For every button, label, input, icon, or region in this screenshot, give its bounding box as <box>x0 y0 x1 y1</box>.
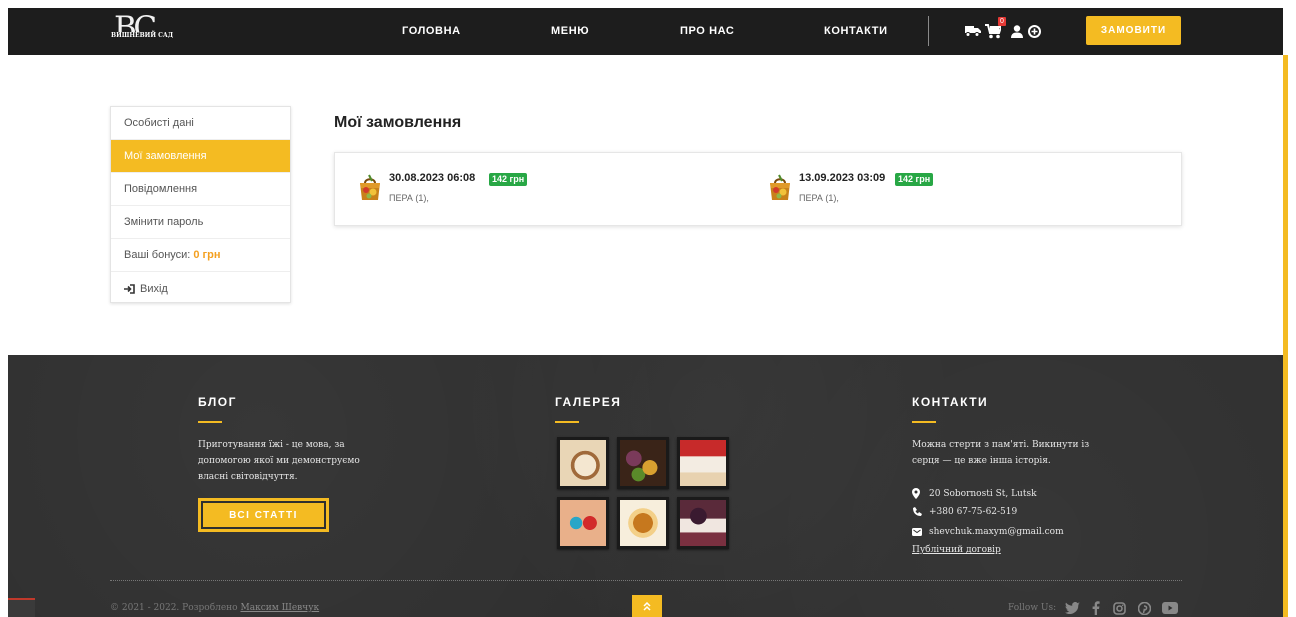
footer-gallery <box>557 437 732 549</box>
map-marker-icon <box>912 488 926 499</box>
order-date: 30.08.2023 06:08 <box>389 172 476 184</box>
cart-count-badge: 0 <box>998 17 1006 26</box>
copyright: © 2021 - 2022. Розроблено Максим Шевчук <box>110 603 319 613</box>
logo-mark: BC <box>114 10 157 46</box>
order-items: ПЕРА (1), <box>389 193 429 203</box>
footer-blog-line: Приготування їжі - це мова, за <box>198 440 345 450</box>
envelope-icon <box>912 527 926 537</box>
orders-card: 30.08.2023 06:08 142 грн ПЕРА (1), 13.09… <box>334 152 1182 226</box>
footer-blog-title: БЛОГ <box>198 395 237 409</box>
order-button[interactable]: ЗАМОВИТИ <box>1086 16 1181 45</box>
logout-label: Вихід <box>140 282 168 295</box>
nav-divider <box>928 16 929 46</box>
gallery-image-coffee[interactable] <box>557 437 609 489</box>
sidebar-item-messages[interactable]: Повідомлення <box>111 173 290 206</box>
contact-address-text: 20 Sobornosti St, Lutsk <box>929 488 1037 499</box>
twitter-icon[interactable] <box>1064 600 1080 616</box>
site-header: BC ВИШНЕВИЙ САД ГОЛОВНА МЕНЮ ПРО НАС КОН… <box>8 8 1283 55</box>
phone-icon <box>912 507 926 517</box>
gallery-image-desserts[interactable] <box>617 437 669 489</box>
pinterest-icon[interactable] <box>1136 600 1152 616</box>
instagram-icon[interactable] <box>1111 600 1127 616</box>
nav-contacts[interactable]: КОНТАКТИ <box>824 25 888 37</box>
sidebar-item-label: Особисті дані <box>124 117 194 129</box>
footer-contacts-line: серця — це вже інша історія. <box>912 456 1051 466</box>
site-logo[interactable]: BC ВИШНЕВИЙ САД <box>110 10 175 50</box>
order-items: ПЕРА (1), <box>799 193 839 203</box>
order-item[interactable]: 30.08.2023 06:08 142 грн ПЕРА (1), <box>357 171 737 207</box>
footer-contacts-text: Можна стерти з пам'яті. Викинути із серц… <box>912 437 1089 469</box>
contact-email-text: shevchuk.maxym@gmail.com <box>929 527 1064 537</box>
order-date: 13.09.2023 03:09 <box>799 172 886 184</box>
footer-contacts-title: КОНТАКТИ <box>912 395 989 409</box>
sidebar-item-bonuses: Ваші бонуси: 0 грн <box>111 239 290 272</box>
sidebar-item-label: Мої замовлення <box>124 150 207 162</box>
footer-contacts-underline <box>912 421 936 423</box>
gallery-image-cheesecake[interactable] <box>677 437 729 489</box>
public-contract-link[interactable]: Публічний договір <box>912 545 1001 555</box>
account-sidebar: Особисті дані Мої замовлення Повідомленн… <box>110 106 291 303</box>
follow-us-label: Follow Us: <box>1008 603 1057 613</box>
order-price-badge: 142 грн <box>489 173 528 186</box>
chevron-up-icon <box>643 601 651 611</box>
sidebar-item-logout[interactable]: Вихід <box>111 272 290 305</box>
sidebar-item-my-orders[interactable]: Мої замовлення <box>111 140 290 173</box>
scroll-to-top-button[interactable] <box>632 595 662 617</box>
gallery-image-berry-cake[interactable] <box>677 497 729 549</box>
author-link[interactable]: Максим Шевчук <box>240 603 319 613</box>
contact-phone-text: +380 67-75-62-519 <box>929 507 1018 517</box>
corner-widget[interactable] <box>8 598 35 617</box>
sidebar-item-label: Повідомлення <box>124 183 198 195</box>
logout-icon <box>124 283 135 294</box>
footer-gallery-underline <box>555 421 579 423</box>
logo-subtitle: ВИШНЕВИЙ САД <box>110 32 175 39</box>
site-footer: БЛОГ Приготування їжі - це мова, за допо… <box>8 355 1283 617</box>
page-title: Мої замовлення <box>334 114 462 131</box>
copyright-text: © 2021 - 2022. Розроблено <box>110 603 238 613</box>
footer-divider <box>110 580 1182 581</box>
order-bag-icon <box>767 173 793 201</box>
nav-menu[interactable]: МЕНЮ <box>551 25 589 37</box>
contact-address: 20 Sobornosti St, Lutsk <box>912 488 1037 499</box>
contact-email[interactable]: shevchuk.maxym@gmail.com <box>912 527 1064 537</box>
nav-home[interactable]: ГОЛОВНА <box>402 25 461 37</box>
gallery-image-bun[interactable] <box>617 497 669 549</box>
gallery-image-macarons[interactable] <box>557 497 609 549</box>
footer-contacts-line: Можна стерти з пам'яті. Викинути із <box>912 440 1090 450</box>
page-edge <box>1288 0 1296 617</box>
facebook-icon[interactable] <box>1088 600 1104 616</box>
footer-gallery-title: ГАЛЕРЕЯ <box>555 395 622 409</box>
sidebar-item-personal-data[interactable]: Особисті дані <box>111 107 290 140</box>
footer-blog-line: допомогою якої ми демонструємо <box>198 456 360 466</box>
footer-blog-line: власні світовідчуття. <box>198 472 298 482</box>
order-price-badge: 142 грн <box>895 173 934 186</box>
all-articles-button[interactable]: ВСІ СТАТТІ <box>198 498 329 532</box>
contact-phone[interactable]: +380 67-75-62-519 <box>912 507 1017 517</box>
language-icon[interactable] <box>1025 22 1043 40</box>
delivery-truck-icon[interactable] <box>964 22 982 40</box>
sidebar-item-change-password[interactable]: Змінити пароль <box>111 206 290 239</box>
footer-blog-text: Приготування їжі - це мова, за допомогою… <box>198 437 360 485</box>
order-item[interactable]: 13.09.2023 03:09 142 грн ПЕРА (1), <box>767 171 1147 207</box>
sidebar-item-label: Змінити пароль <box>124 216 204 228</box>
bonus-label: Ваші бонуси: <box>124 249 191 261</box>
nav-about[interactable]: ПРО НАС <box>680 25 734 37</box>
user-icon[interactable] <box>1008 22 1026 40</box>
bonus-value: 0 грн <box>193 249 221 261</box>
youtube-icon[interactable] <box>1162 600 1178 616</box>
order-bag-icon <box>357 173 383 201</box>
footer-blog-underline <box>198 421 222 423</box>
